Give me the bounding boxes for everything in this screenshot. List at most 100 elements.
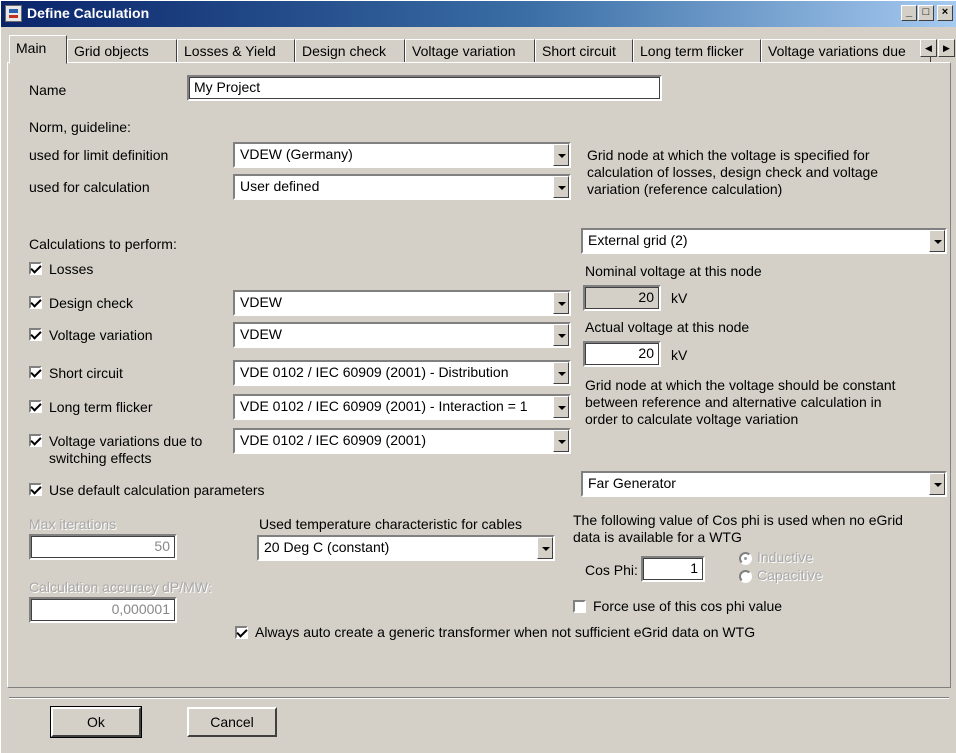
max-iterations-input[interactable]: 50 — [29, 534, 177, 560]
norm-heading: Norm, guideline: — [29, 119, 131, 135]
chevron-down-icon[interactable] — [929, 230, 945, 252]
cos-phi-input[interactable]: 1 — [641, 556, 705, 582]
cos-phi-description-line2: data is available for a WTG — [573, 529, 742, 545]
reference-node-select[interactable]: External grid (2) — [581, 228, 947, 254]
tab-voltage-variations-due[interactable]: Voltage variations due — [761, 39, 931, 63]
reference-node-description-line2: calculation of losses, design check and … — [587, 164, 879, 180]
voltage-variation-checkbox[interactable] — [29, 328, 42, 341]
tab-design-check[interactable]: Design check — [295, 39, 405, 63]
short-circuit-label: Short circuit — [49, 365, 123, 381]
force-cos-phi-label: Force use of this cos phi value — [593, 598, 783, 614]
tab-scroll-left-button[interactable]: ◀ — [920, 39, 937, 57]
chevron-down-icon[interactable] — [553, 292, 569, 314]
inductive-label: Inductive — [757, 549, 814, 565]
switching-effects-label-line1: Voltage variations due to — [49, 433, 203, 449]
tab-short-circuit[interactable]: Short circuit — [535, 39, 633, 63]
short-circuit-select[interactable]: VDE 0102 / IEC 60909 (2001) - Distributi… — [233, 360, 571, 386]
reference-node-value: External grid (2) — [588, 232, 688, 248]
voltage-variation-label: Voltage variation — [49, 327, 153, 343]
chevron-down-icon[interactable] — [553, 176, 569, 198]
reference-node-description-line1: Grid node at which the voltage is specif… — [587, 147, 870, 163]
switching-effects-value: VDE 0102 / IEC 60909 (2001) — [240, 432, 427, 448]
use-default-parameters-label: Use default calculation parameters — [49, 482, 265, 498]
constant-node-select[interactable]: Far Generator — [581, 471, 947, 497]
minimize-button[interactable]: _ — [901, 5, 917, 21]
capacitive-label: Capacitive — [757, 567, 823, 583]
chevron-down-icon[interactable] — [929, 473, 945, 495]
temperature-characteristic-select[interactable]: 20 Deg C (constant) — [257, 535, 555, 561]
tab-losses-yield[interactable]: Losses & Yield — [177, 39, 295, 63]
window-title: Define Calculation — [27, 5, 150, 21]
define-calculation-window: Define Calculation _ □ × Main Grid objec… — [0, 0, 956, 753]
short-circuit-checkbox[interactable] — [29, 366, 42, 379]
chevron-down-icon[interactable] — [553, 362, 569, 384]
chevron-down-icon[interactable] — [553, 324, 569, 346]
switching-effects-checkbox[interactable] — [29, 434, 42, 447]
close-button[interactable]: × — [937, 5, 953, 21]
ok-button[interactable]: Ok — [50, 706, 142, 738]
calculations-heading: Calculations to perform: — [29, 236, 177, 252]
nominal-voltage-unit: kV — [671, 290, 688, 306]
app-icon — [5, 5, 22, 22]
cos-phi-label: Cos Phi: — [585, 562, 638, 578]
constant-node-description-line3: order to calculate voltage variation — [585, 411, 799, 427]
title-bar[interactable]: Define Calculation _ □ × — [1, 1, 956, 27]
design-check-checkbox[interactable] — [29, 296, 42, 309]
switching-effects-label-line2: switching effects — [49, 450, 152, 466]
design-check-value: VDEW — [240, 294, 282, 310]
cancel-button[interactable]: Cancel — [187, 707, 277, 737]
name-label: Name — [29, 82, 67, 98]
constant-node-value: Far Generator — [588, 475, 676, 491]
tab-strip: Main Grid objects Losses & Yield Design … — [1, 35, 956, 64]
force-cos-phi-checkbox[interactable] — [573, 600, 586, 613]
long-term-flicker-value: VDE 0102 / IEC 60909 (2001) - Interactio… — [240, 398, 528, 414]
chevron-down-icon[interactable] — [553, 144, 569, 166]
actual-voltage-unit: kV — [671, 347, 688, 363]
calculation-norm-label: used for calculation — [29, 179, 150, 195]
long-term-flicker-checkbox[interactable] — [29, 400, 42, 413]
voltage-variation-value: VDEW — [240, 326, 282, 342]
actual-voltage-input[interactable]: 20 — [583, 341, 661, 367]
losses-label: Losses — [49, 261, 94, 277]
tab-grid-objects[interactable]: Grid objects — [67, 39, 177, 63]
auto-transformer-checkbox[interactable] — [235, 626, 248, 639]
calculation-norm-select[interactable]: User defined — [233, 174, 571, 200]
footer-separator — [9, 697, 949, 699]
calculation-norm-value: User defined — [240, 178, 320, 194]
limit-definition-select[interactable]: VDEW (Germany) — [233, 142, 571, 168]
tab-main[interactable]: Main — [9, 35, 67, 64]
limit-definition-value: VDEW (Germany) — [240, 146, 353, 162]
use-default-parameters-checkbox[interactable] — [29, 483, 42, 496]
capacitive-radio[interactable] — [739, 570, 752, 583]
nominal-voltage-input[interactable]: 20 — [583, 285, 661, 311]
auto-transformer-label: Always auto create a generic transformer… — [255, 624, 756, 640]
switching-effects-select[interactable]: VDE 0102 / IEC 60909 (2001) — [233, 428, 571, 454]
inductive-radio[interactable] — [739, 552, 752, 565]
chevron-down-icon[interactable] — [553, 430, 569, 452]
long-term-flicker-select[interactable]: VDE 0102 / IEC 60909 (2001) - Interactio… — [233, 394, 571, 420]
voltage-variation-select[interactable]: VDEW — [233, 322, 571, 348]
losses-checkbox[interactable] — [29, 262, 42, 275]
design-check-select[interactable]: VDEW — [233, 290, 571, 316]
nominal-voltage-label: Nominal voltage at this node — [585, 263, 762, 279]
calculation-accuracy-input[interactable]: 0,000001 — [29, 597, 177, 623]
name-input[interactable]: My Project — [187, 75, 662, 101]
chevron-down-icon[interactable] — [537, 537, 553, 559]
constant-node-description-line2: between reference and alternative calcul… — [585, 394, 882, 410]
tab-long-term-flicker[interactable]: Long term flicker — [633, 39, 761, 63]
maximize-button[interactable]: □ — [918, 5, 934, 21]
tab-voltage-variation[interactable]: Voltage variation — [405, 39, 535, 63]
max-iterations-label: Max iterations — [29, 516, 117, 532]
reference-node-description-line3: variation (reference calculation) — [587, 181, 783, 197]
chevron-down-icon[interactable] — [553, 396, 569, 418]
calculation-accuracy-label: Calculation accuracy dP/MW: — [29, 579, 212, 595]
limit-definition-label: used for limit definition — [29, 147, 169, 163]
tab-scroll-right-button[interactable]: ▶ — [938, 39, 955, 57]
temperature-characteristic-label: Used temperature characteristic for cabl… — [259, 516, 522, 532]
long-term-flicker-label: Long term flicker — [49, 399, 153, 415]
short-circuit-value: VDE 0102 / IEC 60909 (2001) - Distributi… — [240, 364, 509, 380]
constant-node-description-line1: Grid node at which the voltage should be… — [585, 377, 896, 393]
temperature-characteristic-value: 20 Deg C (constant) — [264, 539, 390, 555]
actual-voltage-label: Actual voltage at this node — [585, 319, 750, 335]
cos-phi-description-line1: The following value of Cos phi is used w… — [573, 512, 903, 528]
